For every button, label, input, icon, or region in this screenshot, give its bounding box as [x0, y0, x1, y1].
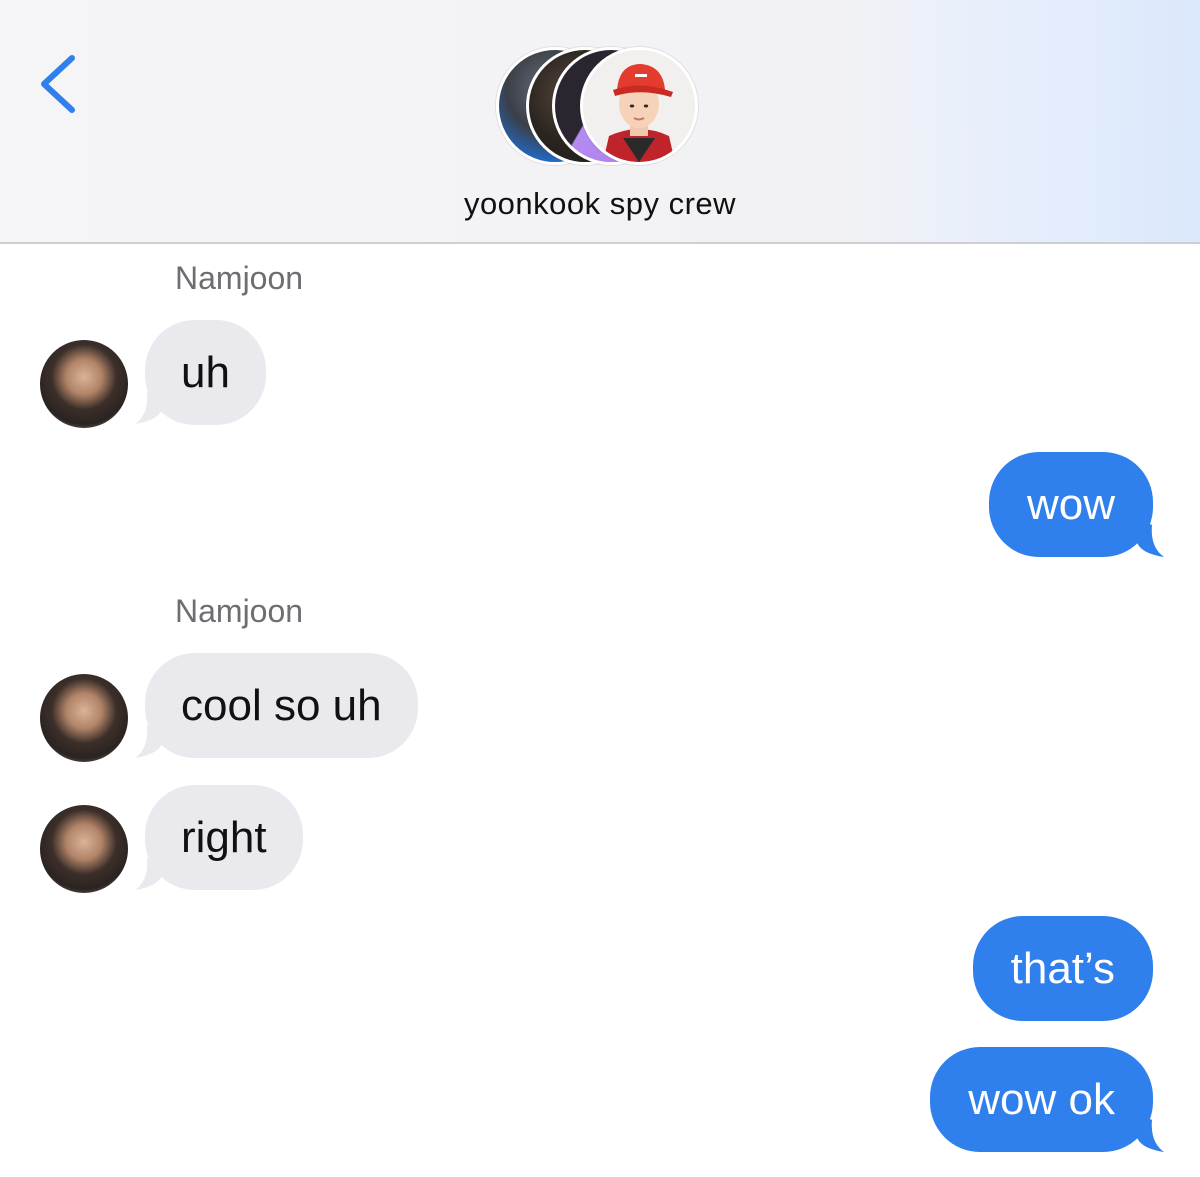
message-bubble-incoming[interactable]: uh	[145, 320, 266, 425]
message-bubble-outgoing[interactable]: wow	[988, 452, 1153, 557]
message-bubble-outgoing[interactable]: wow ok	[930, 1047, 1153, 1152]
conversation-header: yoonkook spy crew	[0, 0, 1200, 244]
person-red-cap-icon	[583, 50, 695, 162]
avatar[interactable]	[40, 340, 128, 428]
sender-name: Namjoon	[175, 593, 304, 629]
avatar[interactable]	[40, 674, 128, 762]
sender-name: Namjoon	[175, 260, 304, 296]
chevron-left-icon	[41, 55, 75, 113]
message-bubble-incoming[interactable]: right	[145, 785, 303, 890]
message-bubble-incoming[interactable]: cool so uh	[145, 653, 418, 758]
group-title[interactable]: yoonkook spy crew	[0, 186, 1200, 222]
back-button[interactable]	[30, 48, 90, 118]
group-avatar	[580, 47, 698, 165]
message-bubble-outgoing[interactable]: that’s	[972, 916, 1153, 1021]
group-avatar-stack[interactable]	[496, 47, 706, 167]
avatar[interactable]	[40, 805, 128, 893]
